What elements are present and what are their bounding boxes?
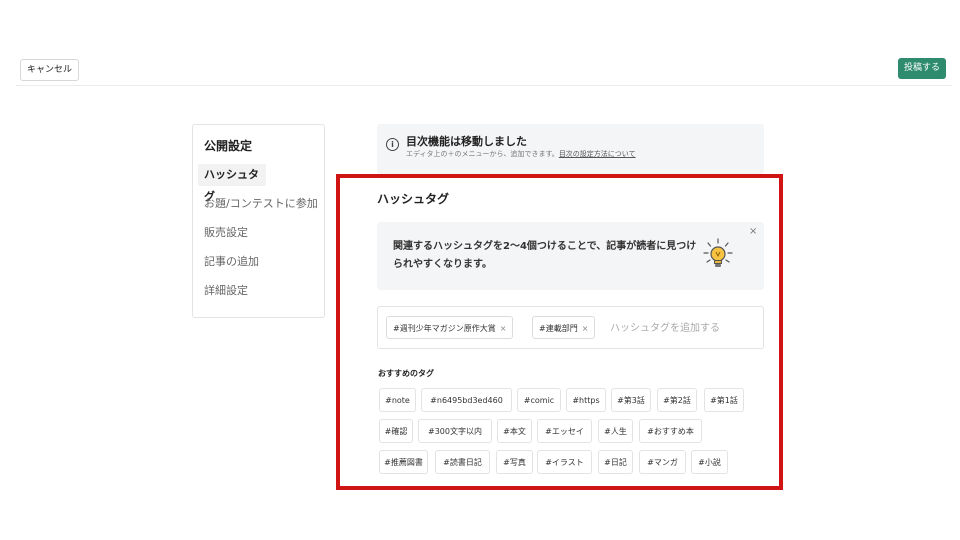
recommended-tag[interactable]: #n6495bd3ed460 [421, 388, 512, 412]
recommended-tag[interactable]: #第1話 [704, 388, 744, 412]
recommended-tag[interactable]: #推薦図書 [379, 450, 428, 474]
sidebar-item-contest[interactable]: お題/コンテストに参加 [198, 193, 320, 215]
recommended-tag[interactable]: #確認 [379, 419, 413, 443]
sidebar-item-hashtag[interactable]: ハッシュタグ [198, 164, 266, 203]
top-bar: キャンセル 投稿する [0, 0, 960, 86]
toc-settings-link[interactable]: 目次の設定方法について [559, 150, 636, 158]
notice-title: 目次機能は移動しました [406, 135, 527, 148]
recommended-tag[interactable]: #イラスト [537, 450, 592, 474]
sidebar-item-add-article[interactable]: 記事の追加 [198, 251, 320, 273]
toc-moved-notice: i 目次機能は移動しました エディタ上の＋のメニューから、追加できます。目次の設… [377, 124, 764, 174]
notice-description-text: エディタ上の＋のメニューから、追加できます。 [406, 150, 559, 158]
sidebar-item-details[interactable]: 詳細設定 [198, 280, 320, 302]
notice-description: エディタ上の＋のメニューから、追加できます。目次の設定方法について [406, 149, 636, 159]
header-divider [16, 85, 952, 86]
selected-tag-label: #連載部門 [539, 324, 578, 333]
settings-side-menu: 公開設定 ハッシュタグ お題/コンテストに参加 販売設定 記事の追加 詳細設定 [192, 124, 325, 318]
hashtag-panel-title: ハッシュタグ [377, 192, 450, 206]
sidebar-item-sales[interactable]: 販売設定 [198, 222, 320, 244]
recommended-tag[interactable]: #人生 [598, 419, 633, 443]
hashtag-panel: ハッシュタグ 関連するハッシュタグを2〜4個つけることで、記事が読者に見つけられ… [336, 174, 783, 490]
selected-tag-label: #週刊少年マガジン原作大賞 [393, 324, 496, 333]
recommended-tags-label: おすすめのタグ [378, 369, 434, 378]
hashtag-add-input[interactable] [610, 320, 750, 336]
recommended-tag[interactable]: #https [566, 388, 606, 412]
recommended-tag[interactable]: #小説 [691, 450, 728, 474]
recommended-tag[interactable]: #写真 [496, 450, 533, 474]
lightbulb-icon [703, 238, 733, 267]
recommended-tag[interactable]: #読書日記 [435, 450, 490, 474]
selected-tag-chip: #連載部門 × [532, 316, 596, 339]
recommended-tag[interactable]: #第3話 [611, 388, 651, 412]
recommended-tag[interactable]: #本文 [497, 419, 532, 443]
recommended-tag[interactable]: #第2話 [657, 388, 697, 412]
recommended-tag[interactable]: #comic [517, 388, 561, 412]
post-button[interactable]: 投稿する [898, 58, 946, 79]
hashtag-input-box[interactable]: #週刊少年マガジン原作大賞 × #連載部門 × [377, 306, 764, 349]
info-icon: i [386, 138, 399, 151]
hint-text: 関連するハッシュタグを2〜4個つけることで、記事が読者に見つけられやすくなります… [393, 241, 697, 270]
recommended-tag[interactable]: #note [379, 388, 416, 412]
close-icon[interactable]: × [749, 226, 757, 237]
remove-tag-icon[interactable]: × [582, 324, 589, 333]
selected-tag-chip: #週刊少年マガジン原作大賞 × [386, 316, 514, 339]
hashtag-hint-box: 関連するハッシュタグを2〜4個つけることで、記事が読者に見つけられやすくなります… [377, 222, 764, 290]
recommended-tag[interactable]: #300文字以内 [418, 419, 492, 443]
recommended-tag[interactable]: #マンガ [639, 450, 686, 474]
recommended-tag[interactable]: #日記 [598, 450, 633, 474]
recommended-tag[interactable]: #おすすめ本 [639, 419, 702, 443]
side-menu-title: 公開設定 [204, 139, 253, 153]
recommended-tag[interactable]: #エッセイ [537, 419, 592, 443]
remove-tag-icon[interactable]: × [500, 324, 507, 333]
cancel-button[interactable]: キャンセル [20, 59, 79, 81]
